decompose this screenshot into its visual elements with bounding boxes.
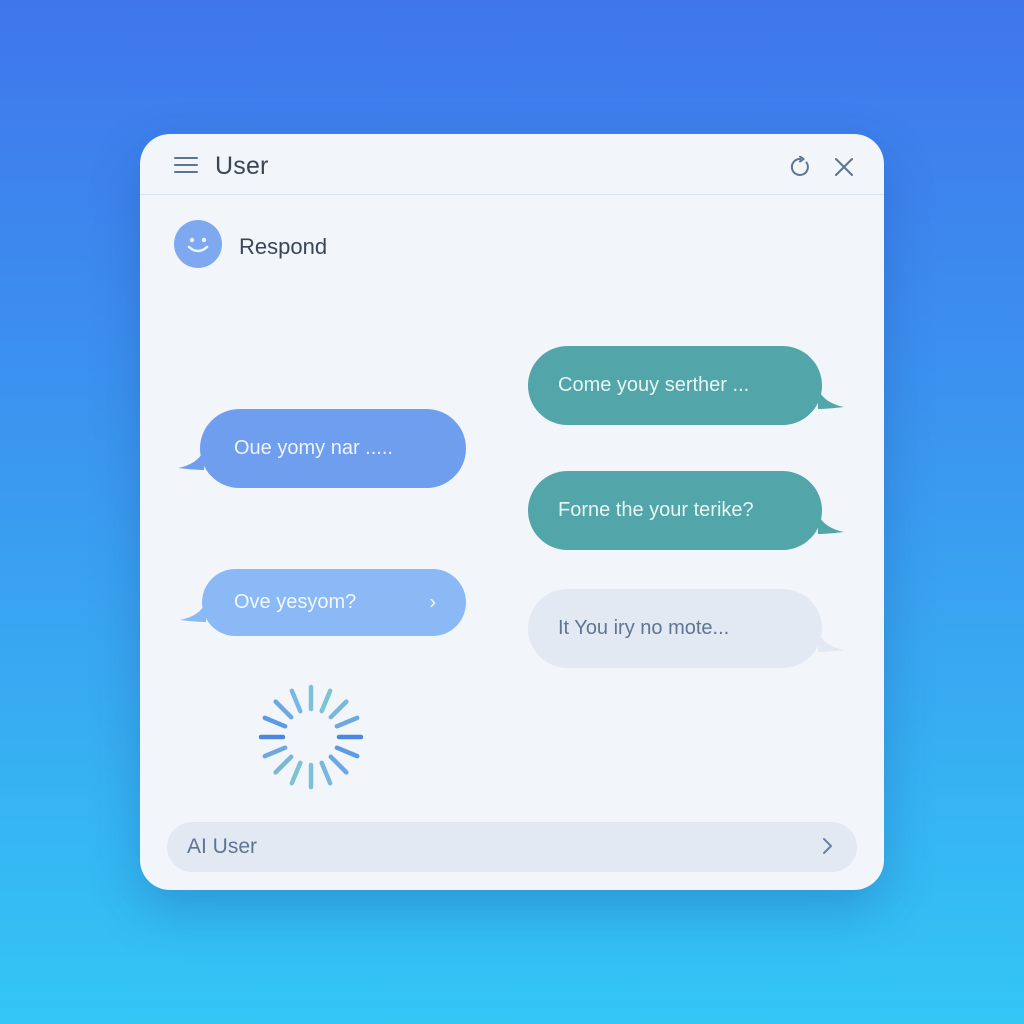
spinner-tick (289, 760, 303, 786)
spinner-tick (328, 699, 349, 720)
message-bubble-left: Oue yomy nar ..... (178, 409, 466, 488)
bubble-tail (178, 450, 204, 470)
spinner-tick (262, 715, 288, 729)
spinner-icon (258, 684, 364, 790)
message-text: Come youy serther ... (558, 374, 750, 396)
bubble-tail (818, 632, 844, 652)
message-text: Forne the your terike? (558, 499, 754, 521)
spinner-tick (334, 745, 360, 759)
message-text: Ove yesyom? (234, 591, 357, 613)
message-bubble-right: Forne the your terike? (528, 471, 844, 550)
window-title: User (215, 152, 269, 180)
bubble-tail (818, 514, 844, 534)
chat-window: User Respond Come youy serther ... Oue y… (140, 134, 884, 890)
message-text: It You iry no mote... (558, 617, 730, 639)
chevron-right-icon[interactable]: › (429, 591, 436, 614)
responder-name: Respond (239, 234, 328, 259)
spinner-tick (289, 688, 303, 714)
message-bubble-left[interactable]: Ove yesyom? › (180, 569, 466, 636)
title-bar: User (140, 134, 884, 195)
message-input[interactable]: AI User (167, 822, 857, 872)
message-text: Oue yomy nar ..... (234, 437, 393, 459)
hamburger-menu-icon[interactable] (174, 156, 198, 174)
message-bubble-right: It You iry no mote... (528, 589, 844, 668)
spinner-tick (273, 699, 294, 720)
spinner-tick (334, 715, 360, 729)
spinner-tick (273, 754, 294, 775)
spinner-tick (328, 754, 349, 775)
refresh-icon[interactable] (789, 156, 811, 178)
spinner-tick (319, 760, 333, 786)
chevron-right-icon[interactable] (821, 834, 835, 858)
input-label: AI User (187, 835, 258, 858)
smiley-avatar-icon (174, 220, 222, 268)
spinner-tick (262, 745, 288, 759)
bubble-tail (180, 602, 206, 622)
close-icon[interactable] (834, 157, 854, 177)
bubble-tail (818, 389, 844, 409)
spinner-tick (319, 688, 333, 714)
message-bubble-right: Come youy serther ... (528, 346, 844, 425)
